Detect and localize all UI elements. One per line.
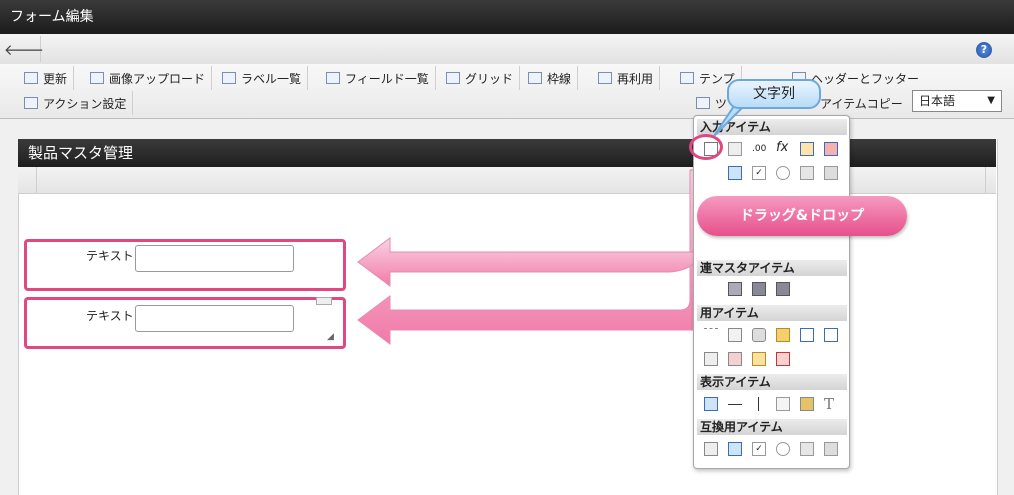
reuse-label: 再利用 <box>617 71 654 86</box>
update-icon <box>24 72 38 84</box>
master-search-icon[interactable] <box>776 282 790 296</box>
list-icon <box>326 72 340 84</box>
resize-grip-icon[interactable]: ◢ <box>327 333 335 342</box>
calendar-time-icon[interactable] <box>824 142 838 156</box>
document-icon[interactable] <box>728 328 742 342</box>
picture-icon[interactable] <box>800 397 814 411</box>
window-title-bar: フォーム編集 <box>0 0 1014 34</box>
schedule-icon[interactable] <box>776 352 790 366</box>
border-icon <box>528 72 542 84</box>
compat-select-icon[interactable] <box>800 442 814 456</box>
template-icon <box>680 72 694 84</box>
palette-section-general: 用アイテム <box>697 305 847 321</box>
arrow-to-item-1 <box>357 237 703 287</box>
keyboard-icon <box>316 297 332 305</box>
horizontal-line-icon[interactable] <box>728 404 742 405</box>
number-icon[interactable]: .00 <box>752 142 766 156</box>
camera-icon[interactable] <box>752 328 766 342</box>
palette-section-display: 表示アイテム <box>697 374 847 390</box>
select-icon[interactable] <box>800 166 814 180</box>
chevron-down-icon: ▼ <box>987 95 995 106</box>
key-icon[interactable] <box>776 328 790 342</box>
nav-bar <box>0 34 1014 65</box>
update-label: 更新 <box>43 71 68 86</box>
subbar-divider <box>985 167 986 193</box>
grid-button[interactable]: グリッド <box>440 66 521 90</box>
field-list-label: フィールド一覧 <box>345 71 429 86</box>
image-icon[interactable] <box>728 352 742 366</box>
text-input[interactable] <box>135 305 294 332</box>
reuse-button[interactable]: 再利用 <box>592 66 661 90</box>
multiselect-icon[interactable] <box>824 166 838 180</box>
list-icon <box>222 72 236 84</box>
palette-section-compat: 互換用アイテム <box>697 419 847 435</box>
compat-list-icon[interactable] <box>728 442 742 456</box>
tooltip-callout: 文字列 <box>727 79 821 109</box>
compat-search-icon[interactable] <box>704 442 718 456</box>
image-upload-label: 画像アップロード <box>109 71 206 86</box>
help-icon[interactable]: ? <box>976 42 992 58</box>
vertical-line-icon[interactable] <box>758 397 759 411</box>
back-button[interactable]: 🡐 <box>4 36 44 62</box>
toolbar: 更新 画像アップロード ラベル一覧 フィールド一覧 グリッド 枠線 再利用 テン… <box>0 64 1014 119</box>
item-palette[interactable]: 入力アイテム 連マスタアイテム 用アイテム 表示アイテム 互換用アイテム .00… <box>693 115 850 469</box>
border-label: 枠線 <box>547 71 572 86</box>
grid-label: グリッド <box>465 71 514 86</box>
radio-icon[interactable] <box>776 166 790 180</box>
textarea-icon[interactable] <box>728 142 742 156</box>
document-icon <box>598 72 612 84</box>
compat-checkbox-icon[interactable]: ✓ <box>752 442 766 456</box>
text-input[interactable] <box>135 245 294 272</box>
label-list-button[interactable]: ラベル一覧 <box>216 66 309 90</box>
back-arrow-icon: 🡐 <box>3 40 45 59</box>
listbox-icon[interactable] <box>728 166 742 180</box>
action-settings-label: アクション設定 <box>43 96 127 111</box>
image-upload-button[interactable]: 画像アップロード <box>84 66 213 90</box>
image-icon <box>90 72 104 84</box>
formula-icon[interactable]: fx <box>776 140 790 155</box>
download-icon[interactable] <box>824 328 838 342</box>
window-title: フォーム編集 <box>10 9 94 25</box>
text-icon[interactable]: T <box>824 395 838 413</box>
field-list-button[interactable]: フィールド一覧 <box>320 66 436 90</box>
language-select[interactable]: 日本語 ▼ <box>912 90 1002 112</box>
org-search-icon[interactable] <box>752 282 766 296</box>
subbar-divider <box>36 167 37 193</box>
calendar-icon[interactable] <box>800 142 814 156</box>
separator-icon[interactable] <box>704 328 718 342</box>
checkbox-icon[interactable]: ✓ <box>752 166 766 180</box>
grid-icon <box>446 72 460 84</box>
compat-radio-icon[interactable] <box>776 442 790 456</box>
language-value: 日本語 <box>919 94 956 108</box>
drag-drop-callout: ドラッグ&ドロップ <box>697 196 907 236</box>
item-label: テキスト <box>86 309 134 323</box>
upload-icon[interactable] <box>800 328 814 342</box>
update-button[interactable]: 更新 <box>18 66 75 90</box>
compat-multiselect-icon[interactable] <box>824 442 838 456</box>
item-copy-label: アイテムコピー <box>820 96 903 111</box>
window-icon[interactable] <box>704 352 718 366</box>
label-list-label: ラベル一覧 <box>241 71 302 86</box>
label-icon[interactable] <box>704 397 718 411</box>
item-copy-button[interactable]: アイテムコピー <box>814 91 909 115</box>
form-title: 製品マスタ管理 <box>28 144 134 162</box>
border-button[interactable]: 枠線 <box>522 66 579 90</box>
box-icon[interactable] <box>776 397 790 411</box>
header-footer-label: ヘッダーとフッター <box>811 71 920 86</box>
drag-arrows <box>357 169 711 345</box>
action-icon <box>24 97 38 109</box>
user-search-icon[interactable] <box>728 282 742 296</box>
tree-icon[interactable] <box>752 352 766 366</box>
item-label: テキスト <box>86 249 134 263</box>
palette-section-master: 連マスタアイテム <box>697 260 847 276</box>
action-settings-button[interactable]: アクション設定 <box>18 91 134 115</box>
